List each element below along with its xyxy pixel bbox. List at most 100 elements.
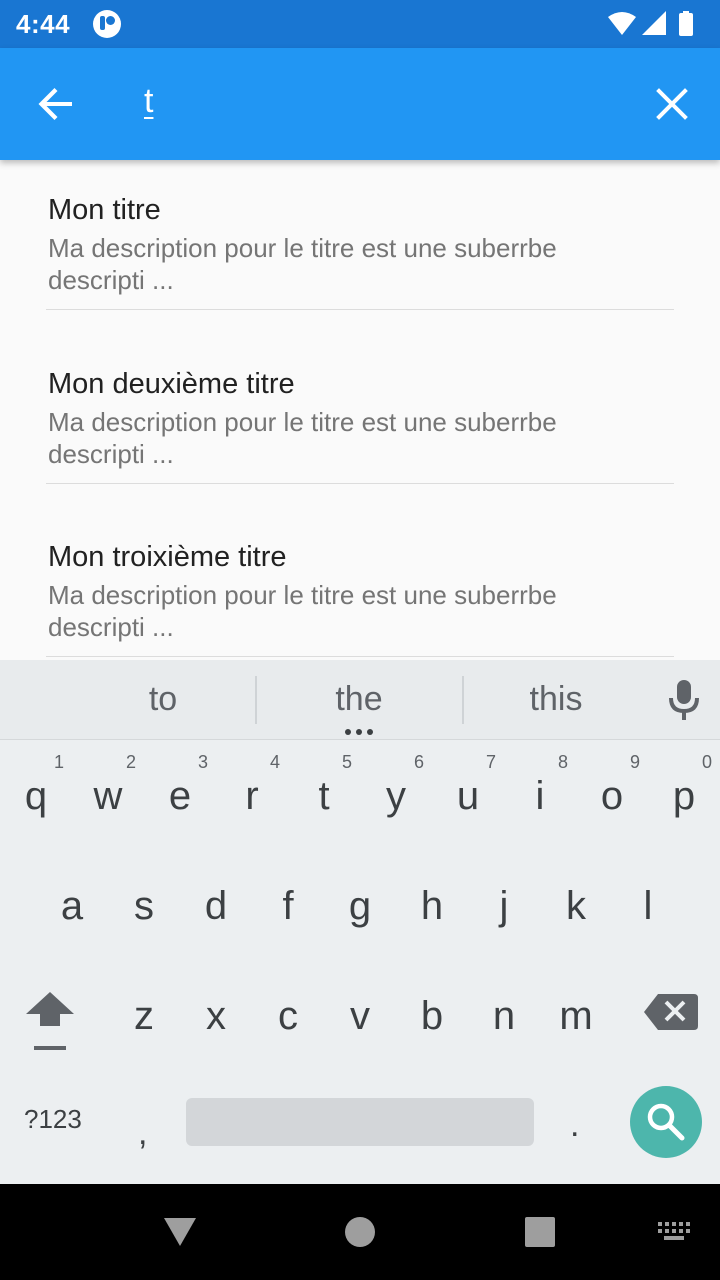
key-j[interactable]: j	[468, 852, 540, 952]
key-t[interactable]: 5t	[288, 742, 360, 842]
key-label: n	[492, 994, 516, 1038]
key-hint: 5	[341, 752, 352, 772]
search-action-key[interactable]	[630, 1086, 702, 1158]
key-label: z	[134, 994, 154, 1038]
mic-icon	[669, 680, 699, 720]
more-suggestions-icon	[345, 729, 373, 735]
suggestion-divider	[255, 676, 257, 724]
space-key[interactable]	[186, 1098, 534, 1146]
nav-recents-icon[interactable]	[520, 1212, 560, 1252]
key-label: t	[318, 774, 330, 818]
key-n[interactable]: n	[468, 962, 540, 1062]
suggestion-strip: to the this	[0, 660, 720, 740]
status-bar: 4:44	[0, 0, 720, 48]
suggestion-to[interactable]: to	[83, 680, 243, 719]
key-v[interactable]: v	[324, 962, 396, 1062]
soft-keyboard: to the this 1q 2w 3e 4r 5t 6y 7u 8i 9o 0…	[0, 660, 720, 1184]
list-item[interactable]: Mon deuxième titre Ma description pour l…	[46, 334, 674, 484]
voice-input-button[interactable]	[660, 676, 708, 724]
status-icons	[608, 11, 693, 36]
key-k[interactable]: k	[540, 852, 612, 952]
key-z[interactable]: z	[108, 962, 180, 1062]
back-button[interactable]	[28, 76, 84, 132]
key-s[interactable]: s	[108, 852, 180, 952]
key-label: f	[282, 884, 294, 928]
key-label: u	[456, 774, 480, 818]
key-f[interactable]: f	[252, 852, 324, 952]
comma-key[interactable]: ,	[138, 1114, 147, 1153]
key-label: w	[93, 774, 123, 818]
key-label: l	[643, 884, 653, 928]
nav-home-icon[interactable]	[340, 1212, 380, 1252]
item-title: Mon deuxième titre	[48, 368, 295, 400]
key-hint: 3	[197, 752, 208, 772]
key-x[interactable]: x	[180, 962, 252, 1062]
key-label: h	[420, 884, 444, 928]
symbols-key[interactable]: ?123	[24, 1104, 82, 1135]
list-item[interactable]: Mon titre Ma description pour le titre e…	[46, 160, 674, 310]
battery-icon	[679, 11, 693, 36]
backspace-icon	[644, 994, 698, 1030]
list-item[interactable]: Mon troixième titre Ma description pour …	[46, 507, 674, 657]
key-a[interactable]: a	[36, 852, 108, 952]
key-label: j	[499, 884, 509, 928]
keyboard-switch-icon[interactable]	[656, 1218, 692, 1248]
nav-back-icon[interactable]	[160, 1212, 200, 1252]
key-e[interactable]: 3e	[144, 742, 216, 842]
system-nav-bar	[0, 1184, 720, 1280]
app-notification-icon	[93, 10, 121, 38]
key-u[interactable]: 7u	[432, 742, 504, 842]
key-label: e	[168, 774, 192, 818]
key-hint: 2	[125, 752, 136, 772]
key-y[interactable]: 6y	[360, 742, 432, 842]
key-label: b	[420, 994, 444, 1038]
key-hint: 7	[485, 752, 496, 772]
key-label: q	[24, 774, 48, 818]
search-app-bar: t	[0, 48, 720, 160]
key-label: x	[206, 994, 226, 1038]
key-label: p	[672, 774, 696, 818]
status-time: 4:44	[16, 9, 71, 39]
key-label: r	[245, 774, 259, 818]
item-title: Mon titre	[48, 194, 161, 226]
key-i[interactable]: 8i	[504, 742, 576, 842]
key-r[interactable]: 4r	[216, 742, 288, 842]
key-hint: 6	[413, 752, 424, 772]
key-label: c	[278, 994, 298, 1038]
suggestion-the[interactable]: the	[279, 680, 439, 719]
search-input[interactable]: t	[144, 82, 153, 121]
shift-icon	[26, 992, 74, 1050]
key-q[interactable]: 1q	[0, 742, 72, 842]
key-label: d	[204, 884, 228, 928]
key-label: s	[134, 884, 154, 928]
key-hint: 0	[701, 752, 712, 772]
key-c[interactable]: c	[252, 962, 324, 1062]
key-w[interactable]: 2w	[72, 742, 144, 842]
suggestion-this[interactable]: this	[476, 680, 636, 719]
period-key[interactable]: .	[570, 1106, 579, 1145]
key-b[interactable]: b	[396, 962, 468, 1062]
backspace-key[interactable]	[634, 982, 706, 1042]
signal-icon	[642, 11, 666, 35]
key-l[interactable]: l	[612, 852, 684, 952]
key-h[interactable]: h	[396, 852, 468, 952]
wifi-icon	[608, 12, 636, 35]
key-g[interactable]: g	[324, 852, 396, 952]
key-m[interactable]: m	[540, 962, 612, 1062]
key-hint: 9	[629, 752, 640, 772]
clear-search-button[interactable]	[644, 76, 700, 132]
key-label: i	[535, 774, 545, 818]
item-title: Mon troixième titre	[48, 541, 287, 573]
key-p[interactable]: 0p	[648, 742, 720, 842]
key-label: y	[386, 774, 406, 818]
key-label: o	[600, 774, 624, 818]
key-d[interactable]: d	[180, 852, 252, 952]
key-o[interactable]: 9o	[576, 742, 648, 842]
item-description: Ma description pour le titre est une sub…	[48, 233, 557, 295]
key-label: m	[559, 994, 593, 1038]
key-label: g	[348, 884, 372, 928]
close-icon	[656, 88, 688, 120]
shift-key[interactable]	[14, 982, 86, 1062]
item-description: Ma description pour le titre est une sub…	[48, 580, 557, 642]
result-list: Mon titre Ma description pour le titre e…	[0, 160, 720, 660]
